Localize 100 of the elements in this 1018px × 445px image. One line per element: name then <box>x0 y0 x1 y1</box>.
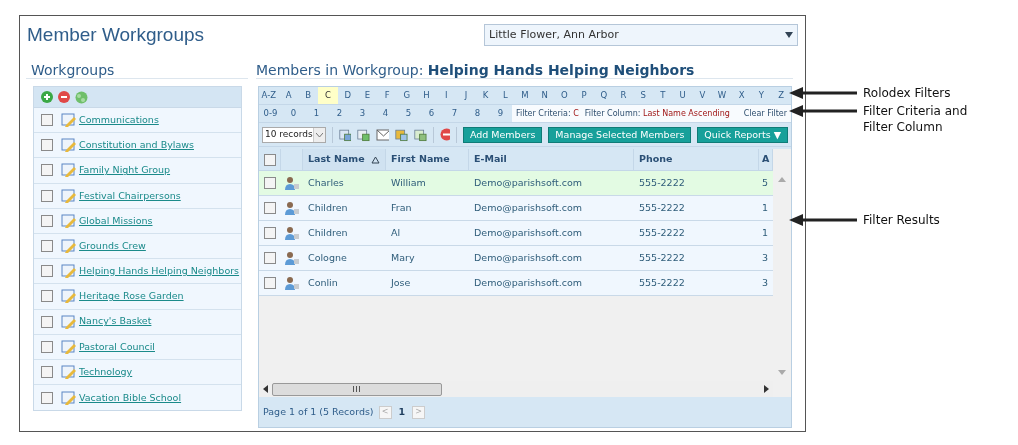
checkbox[interactable] <box>41 365 53 378</box>
table-row[interactable]: Cologne Mary Demo@parishsoft.com 555-2222 3 <box>259 246 773 271</box>
pencil-icon <box>61 239 77 254</box>
scroll-up-icon[interactable] <box>778 177 786 182</box>
rolodex-letter[interactable]: B <box>298 87 319 104</box>
column-header[interactable]: First Name <box>386 149 469 170</box>
checkbox[interactable] <box>264 202 276 214</box>
rolodex-letter[interactable]: M <box>515 87 535 104</box>
rolodex-letter[interactable]: P <box>574 87 594 104</box>
current-page[interactable]: 1 <box>396 404 408 420</box>
rolodex-letter[interactable]: A <box>278 87 299 104</box>
location-select[interactable]: Little Flower, Ann Arbor <box>484 24 798 46</box>
rolodex-digit[interactable]: 8 <box>466 105 489 122</box>
workgroup-link[interactable]: Constitution and Bylaws <box>79 138 194 153</box>
mail-icon[interactable] <box>376 127 390 142</box>
checkbox[interactable] <box>41 114 53 127</box>
rolodex-letter[interactable]: D <box>337 87 358 104</box>
rolodex-letter[interactable]: A-Z <box>259 87 279 104</box>
rolodex-letter[interactable]: I <box>436 87 457 104</box>
globe-icon[interactable] <box>75 90 88 104</box>
column-header[interactable]: A <box>759 149 773 170</box>
workgroup-link[interactable]: Nancy's Basket <box>79 314 152 329</box>
checkbox[interactable] <box>41 189 53 202</box>
checkbox[interactable] <box>263 153 276 166</box>
person-icon <box>285 176 299 190</box>
rolodex-letter[interactable]: X <box>731 87 752 104</box>
rolodex-letter[interactable]: N <box>534 87 555 104</box>
column-header[interactable]: Phone <box>634 149 759 170</box>
rolodex-digit[interactable]: 4 <box>374 105 397 122</box>
workgroup-link[interactable]: Communications <box>79 112 159 128</box>
checkbox[interactable] <box>41 240 53 253</box>
checkbox[interactable] <box>41 214 53 227</box>
rolodex-letter[interactable]: C <box>318 87 338 104</box>
table-row[interactable]: Conlin Jose Demo@parishsoft.com 555-2222 3 <box>259 271 773 296</box>
rolodex-letter[interactable]: R <box>613 87 634 104</box>
rolodex-digit[interactable]: 9 <box>489 105 512 122</box>
rolodex-digit[interactable]: 5 <box>397 105 420 122</box>
checkbox[interactable] <box>264 227 276 239</box>
workgroup-link[interactable]: Festival Chairpersons <box>79 188 181 203</box>
rolodex-letter[interactable]: U <box>672 87 693 104</box>
rolodex-digit[interactable]: 7 <box>443 105 466 122</box>
rolodex-digit[interactable]: 6 <box>420 105 443 122</box>
checkbox[interactable] <box>41 139 53 152</box>
rolodex-letter[interactable]: K <box>475 87 496 104</box>
rolodex-letter[interactable]: W <box>712 87 732 104</box>
quick-reports-button[interactable]: Quick Reports ▼ <box>697 126 788 143</box>
rolodex-letter[interactable]: T <box>653 87 673 104</box>
scroll-down-icon[interactable] <box>778 370 786 375</box>
rolodex-letter[interactable]: L <box>495 87 516 104</box>
rolodex-letter[interactable]: F <box>377 87 397 104</box>
rolodex-letter[interactable]: H <box>416 87 437 104</box>
rolodex-digit[interactable]: 0-9 <box>259 105 282 122</box>
workgroup-link[interactable]: Heritage Rose Garden <box>79 289 184 304</box>
checkbox[interactable] <box>264 252 276 264</box>
scroll-left-icon[interactable] <box>263 385 268 393</box>
workgroup-link[interactable]: Family Night Group <box>79 163 171 178</box>
scroll-right-icon[interactable] <box>764 385 769 393</box>
add-icon[interactable] <box>41 91 53 103</box>
checkbox[interactable] <box>41 290 53 303</box>
remove-icon[interactable] <box>58 91 70 103</box>
rolodex-letter[interactable]: E <box>357 87 378 104</box>
table-row[interactable]: Children Fran Demo@parishsoft.com 555-2222 1 <box>259 196 773 221</box>
grip-icon[interactable] <box>353 386 361 392</box>
table-cell-text: Jose <box>389 275 412 290</box>
checkbox[interactable] <box>41 340 53 353</box>
rolodex-letter[interactable]: S <box>633 87 654 104</box>
table-row[interactable]: Children Al Demo@parishsoft.com 555-2222 1 <box>259 221 773 246</box>
action-button[interactable]: Manage Selected Members <box>548 126 692 143</box>
checkbox[interactable] <box>264 277 276 289</box>
page-size-select[interactable]: 10 records <box>262 126 326 143</box>
rolodex-letter[interactable]: J <box>456 87 476 104</box>
rolodex-letter[interactable]: Z <box>771 87 791 104</box>
workgroup-link[interactable]: Helping Hands Helping Neighbors <box>79 264 240 279</box>
delete-icon[interactable] <box>439 128 451 141</box>
checkbox[interactable] <box>264 177 276 189</box>
checkbox[interactable] <box>41 164 53 177</box>
table-row[interactable]: Charles William Demo@parishsoft.com 555-2222 5 <box>259 171 773 196</box>
workgroup-link[interactable]: Vacation Bible School <box>79 390 182 405</box>
column-header[interactable]: E-Mail <box>469 149 634 170</box>
checkbox[interactable] <box>41 315 53 328</box>
workgroup-link[interactable]: Global Missions <box>79 213 153 228</box>
clear-filter-link[interactable]: Clear Filter <box>743 107 787 120</box>
rolodex-letter[interactable]: Y <box>751 87 772 104</box>
table-cell-text: 3 <box>761 250 770 265</box>
rolodex-digit[interactable]: 2 <box>328 105 351 122</box>
rolodex-letter[interactable]: G <box>396 87 417 104</box>
action-button[interactable]: Add Members <box>462 126 543 143</box>
rolodex-letter[interactable]: V <box>692 87 713 104</box>
rolodex-letter[interactable]: O <box>554 87 575 104</box>
rolodex-digit[interactable]: 3 <box>351 105 374 122</box>
column-header[interactable]: Last Name <box>303 149 386 170</box>
checkbox[interactable] <box>41 391 53 404</box>
workgroup-link[interactable]: Technology <box>79 364 133 380</box>
checkbox[interactable] <box>41 265 53 278</box>
rolodex-digit[interactable]: 0 <box>282 105 305 122</box>
workgroup-link[interactable]: Grounds Crew <box>79 238 146 254</box>
caret-icon[interactable] <box>785 32 793 38</box>
workgroup-link[interactable]: Pastoral Council <box>79 339 155 354</box>
rolodex-digit[interactable]: 1 <box>305 105 328 122</box>
rolodex-letter[interactable]: Q <box>593 87 614 104</box>
